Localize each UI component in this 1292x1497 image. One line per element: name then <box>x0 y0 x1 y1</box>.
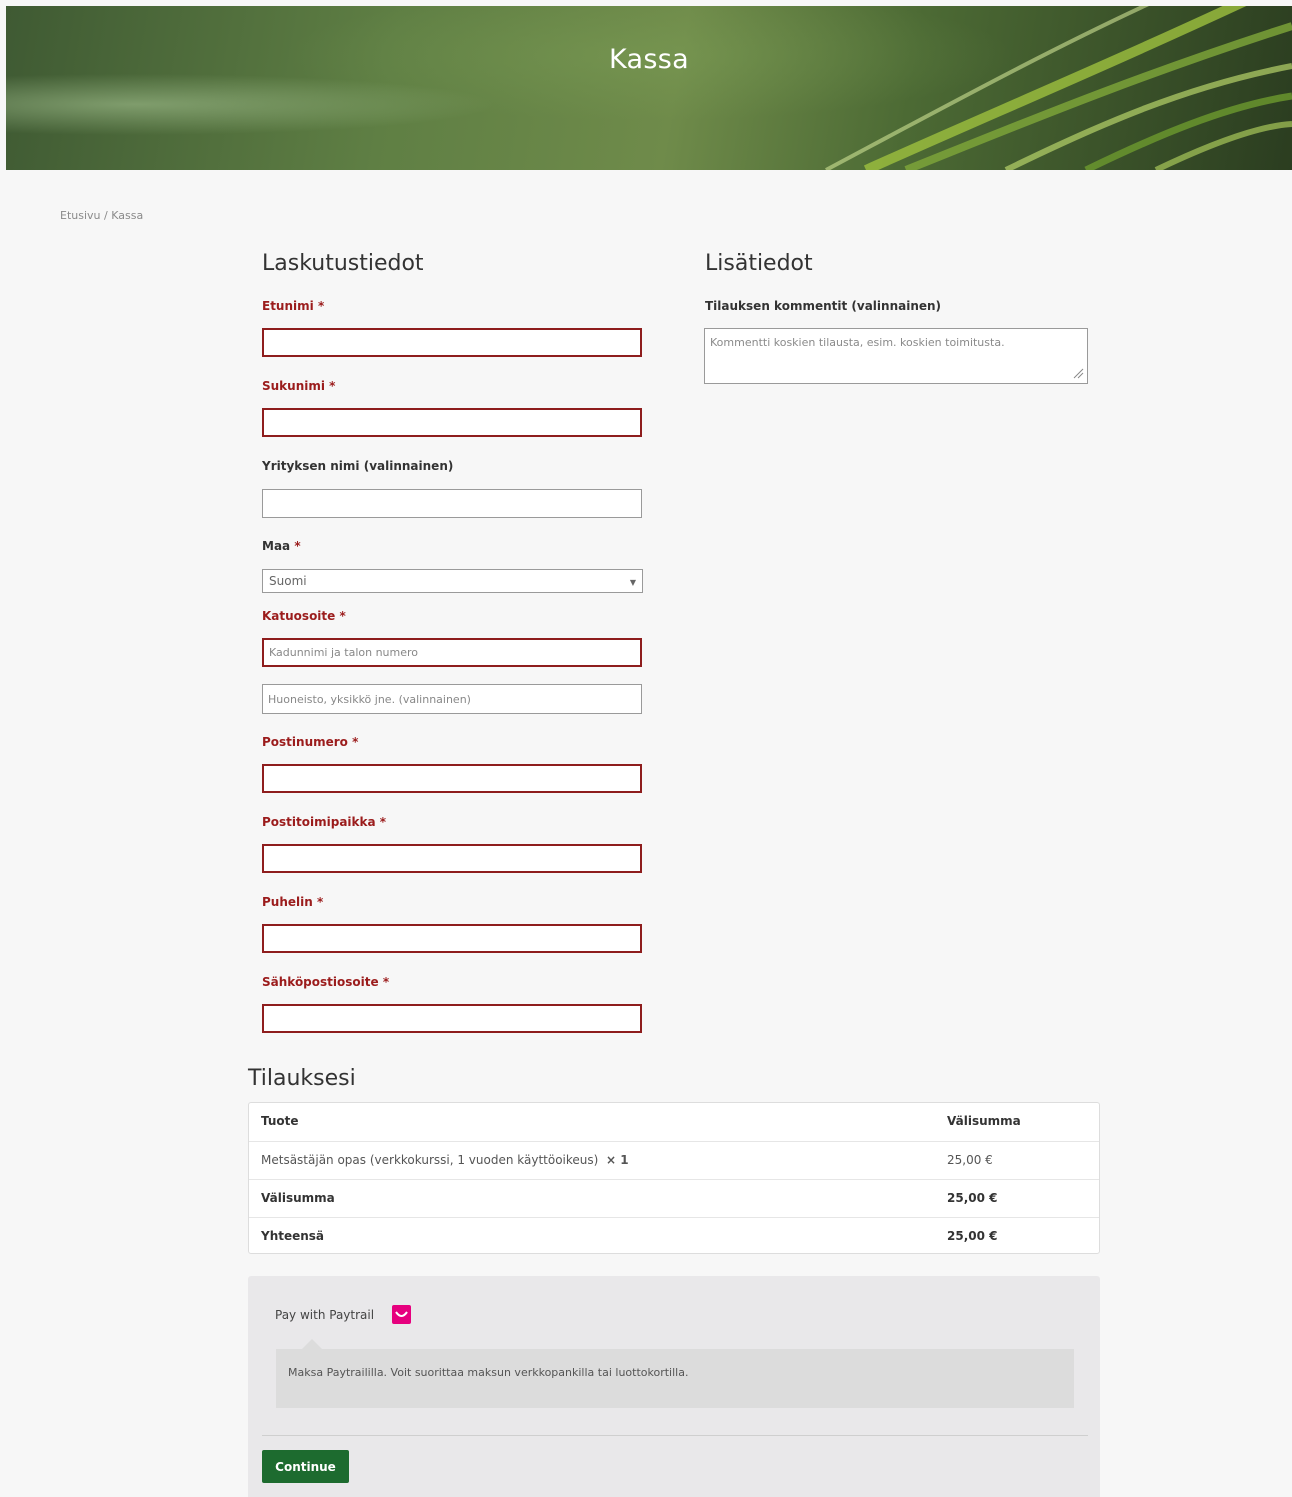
country-label: Maa * <box>262 539 301 553</box>
country-label-text: Maa <box>262 539 291 553</box>
subtotal-label: Välisumma <box>261 1191 335 1205</box>
required-mark: * <box>379 815 387 829</box>
email-label: Sähköpostiosoite * <box>262 975 389 989</box>
breadcrumb-separator: / <box>100 209 112 222</box>
payment-method-paytrail[interactable]: Pay with Paytrail <box>275 1308 374 1322</box>
additional-info-heading: Lisätiedot <box>705 251 813 276</box>
postcode-field[interactable] <box>262 764 642 793</box>
order-item: Metsästäjän opas (verkkokurssi, 1 vuoden… <box>261 1153 629 1167</box>
email-label-text: Sähköpostiosoite <box>262 975 379 989</box>
paytrail-logo-icon <box>392 1305 411 1324</box>
payment-section: Pay with Paytrail Maksa Paytraililla. Vo… <box>248 1276 1100 1497</box>
continue-button[interactable]: Continue <box>262 1450 349 1483</box>
street-address-2-field[interactable] <box>262 684 642 714</box>
phone-label: Puhelin * <box>262 895 323 909</box>
required-mark: * <box>329 379 336 393</box>
required-mark: * <box>382 975 390 989</box>
order-comments-field[interactable] <box>704 328 1088 384</box>
breadcrumb-current: Kassa <box>111 209 144 222</box>
required-mark: * <box>316 895 324 909</box>
required-mark: * <box>317 299 325 313</box>
column-header-subtotal: Välisumma <box>947 1114 1021 1128</box>
resize-grip-icon[interactable] <box>1072 367 1084 379</box>
required-mark: * <box>339 609 346 623</box>
country-select-value: Suomi <box>269 574 307 588</box>
postcode-label: Postinumero * <box>262 735 358 749</box>
payment-description: Maksa Paytraililla. Voit suorittaa maksu… <box>288 1366 689 1379</box>
total-label: Yhteensä <box>261 1229 325 1243</box>
first-name-field[interactable] <box>262 328 642 357</box>
order-item-name: Metsästäjän opas (verkkokurssi, 1 vuoden… <box>261 1153 599 1167</box>
divider <box>262 1435 1088 1436</box>
table-row: Metsästäjän opas (verkkokurssi, 1 vuoden… <box>249 1141 1099 1179</box>
chevron-down-icon: ▼ <box>629 578 636 587</box>
last-name-label-text: Sukunimi <box>262 379 325 393</box>
column-header-product: Tuote <box>261 1114 299 1128</box>
table-row: Yhteensä 25,00 € <box>249 1217 1099 1255</box>
phone-field[interactable] <box>262 924 642 953</box>
order-review-table: Tuote Välisumma Metsästäjän opas (verkko… <box>248 1102 1100 1254</box>
first-name-label-text: Etunimi <box>262 299 314 313</box>
company-label: Yrityksen nimi (valinnainen) <box>262 459 454 473</box>
required-mark: * <box>294 539 301 553</box>
postcode-label-text: Postinumero <box>262 735 348 749</box>
order-comments-label: Tilauksen kommentit (valinnainen) <box>705 299 942 313</box>
payment-description-box: Maksa Paytraililla. Voit suorittaa maksu… <box>276 1349 1074 1408</box>
street-label: Katuosoite * <box>262 609 346 623</box>
last-name-field[interactable] <box>262 408 642 437</box>
city-label: Postitoimipaikka * <box>262 815 386 829</box>
required-mark: * <box>352 735 359 749</box>
breadcrumb: Etusivu / Kassa <box>60 209 143 222</box>
subtotal-value: 25,00 € <box>947 1191 998 1205</box>
table-header-row: Tuote Välisumma <box>249 1103 1099 1141</box>
order-item-quantity: × 1 <box>605 1153 629 1167</box>
city-label-text: Postitoimipaikka <box>262 815 376 829</box>
billing-heading: Laskutustiedot <box>262 251 424 276</box>
hero-background-image <box>825 6 1292 170</box>
table-row: Välisumma 25,00 € <box>249 1179 1099 1217</box>
page-title: Kassa <box>609 44 689 75</box>
breadcrumb-home-link[interactable]: Etusivu <box>60 209 101 222</box>
country-select[interactable]: Suomi ▼ <box>262 569 643 593</box>
city-field[interactable] <box>262 844 642 873</box>
order-heading: Tilauksesi <box>248 1066 356 1091</box>
order-item-price: 25,00 € <box>947 1153 993 1167</box>
street-address-field[interactable] <box>262 638 642 667</box>
company-field[interactable] <box>262 489 642 518</box>
first-name-label: Etunimi * <box>262 299 324 313</box>
payment-box-arrow <box>302 1339 322 1349</box>
email-field[interactable] <box>262 1004 642 1033</box>
last-name-label: Sukunimi * <box>262 379 335 393</box>
street-label-text: Katuosoite <box>262 609 336 623</box>
page-hero: Kassa <box>6 6 1292 170</box>
phone-label-text: Puhelin <box>262 895 313 909</box>
total-value: 25,00 € <box>947 1229 998 1243</box>
